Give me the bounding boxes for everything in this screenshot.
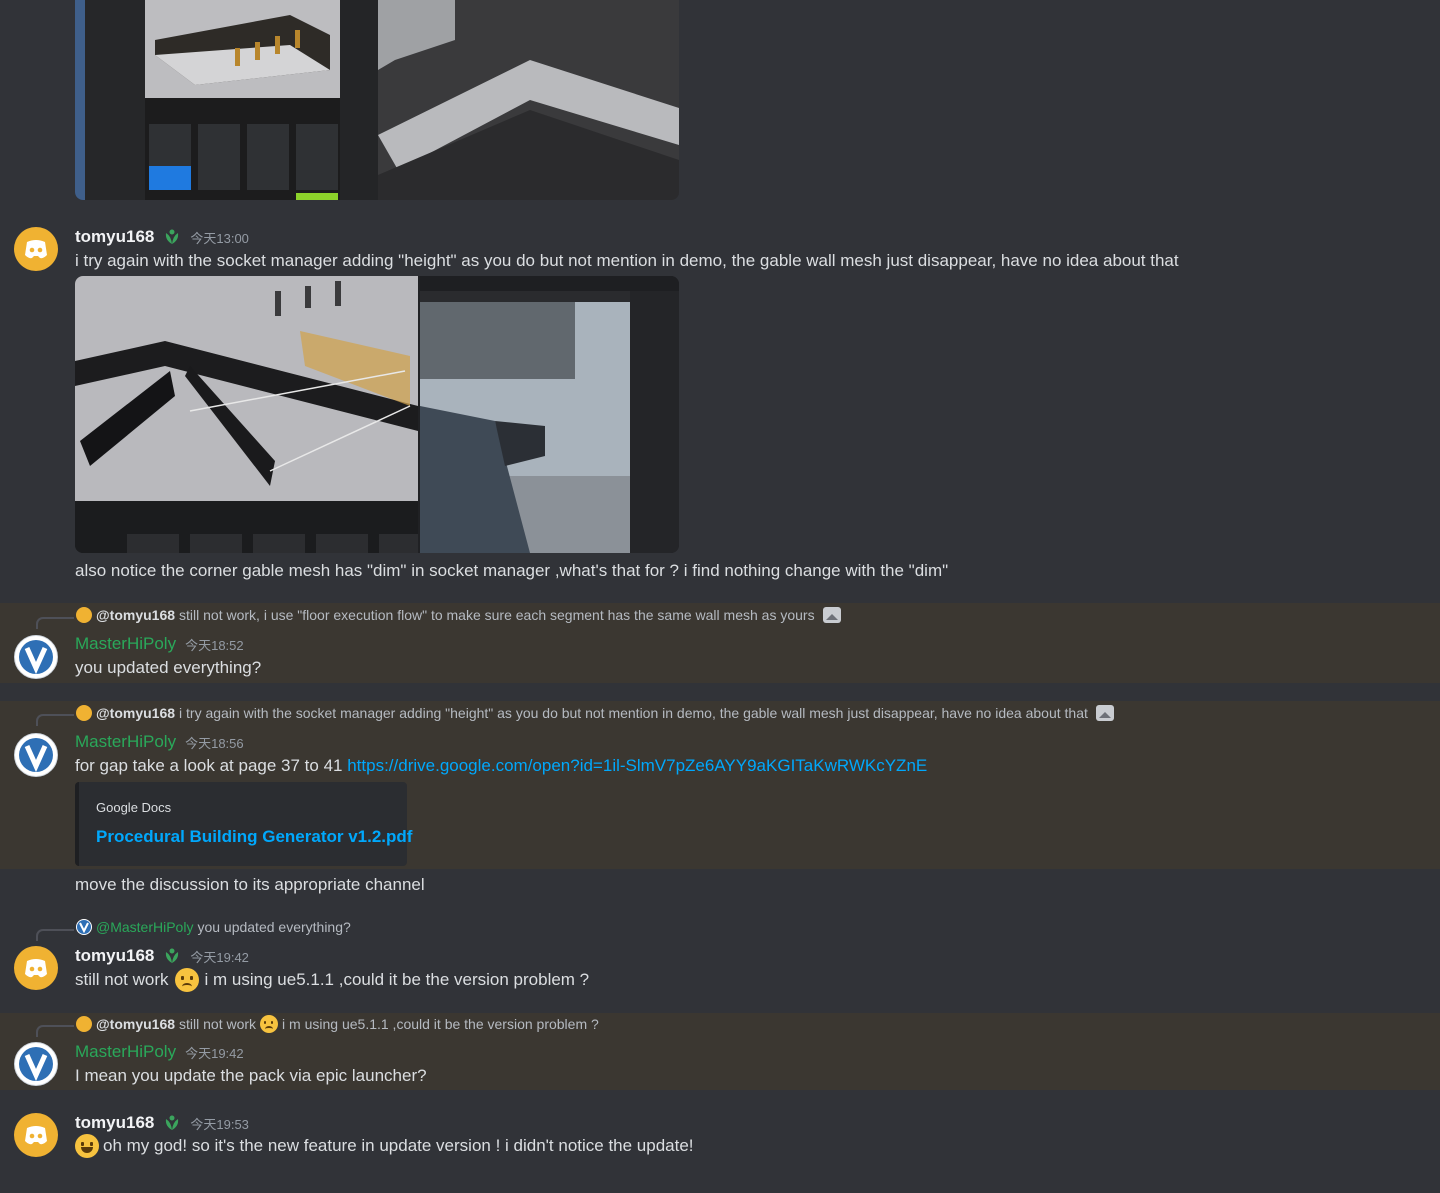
message-link[interactable]: https://drive.google.com/open?id=1il-Slm… [347, 756, 927, 775]
reply-text: still not work, i use "floor execution f… [179, 607, 815, 623]
masterhipoly-logo-icon [19, 738, 53, 773]
timestamp: 今天19:53 [190, 1116, 249, 1132]
reply-preview[interactable]: @MasterHiPoly you updated everything? [76, 919, 351, 935]
attachment-image-socket-manager[interactable] [75, 276, 679, 553]
reply-connector [36, 929, 74, 941]
timestamp: 今天18:52 [185, 637, 244, 653]
link-embed: Google Docs Procedural Building Generato… [75, 782, 412, 866]
avatar[interactable] [14, 733, 58, 777]
avatar[interactable] [14, 1113, 58, 1157]
author-name[interactable]: MasterHiPoly [75, 732, 176, 752]
grin-emoji [75, 1134, 99, 1158]
message-text: i m using ue5.1.1 ,could it be the versi… [204, 970, 590, 989]
avatar[interactable] [14, 1042, 58, 1086]
reply-avatar [76, 705, 92, 721]
masterhipoly-logo-icon [19, 640, 53, 675]
reply-author[interactable]: @tomyu168 [96, 607, 175, 623]
masterhipoly-logo-icon [77, 920, 91, 934]
author-name[interactable]: tomyu168 [75, 227, 154, 247]
masterhipoly-logo-icon [19, 1047, 53, 1082]
discord-logo-icon [25, 240, 47, 259]
reply-preview[interactable]: @tomyu168 still not work i m using ue5.1… [76, 1015, 599, 1033]
timestamp: 今天19:42 [190, 949, 249, 965]
message-text: i try again with the socket manager addi… [75, 251, 1179, 270]
attachment-image-editor-screenshot[interactable] [75, 0, 679, 200]
reply-author[interactable]: @tomyu168 [96, 1016, 175, 1032]
message-text: oh my god! so it's the new feature in up… [103, 1136, 694, 1155]
sad-face-emoji [174, 968, 199, 992]
reply-text: still not work [179, 1016, 257, 1032]
timestamp: 今天13:00 [190, 230, 249, 246]
reply-text: you updated everything? [197, 919, 351, 935]
image-attachment-icon [822, 607, 841, 623]
avatar[interactable] [14, 227, 58, 271]
reply-connector [36, 1025, 74, 1037]
reply-avatar [76, 607, 92, 623]
discord-logo-icon [25, 1126, 47, 1145]
embed-provider: Google Docs [96, 800, 172, 815]
reply-connector [36, 617, 74, 629]
reply-avatar [76, 919, 92, 935]
reply-text: i m using ue5.1.1 ,could it be the versi… [282, 1016, 599, 1032]
message-text: for gap take a look at page 37 to 41 [75, 756, 343, 775]
author-name[interactable]: tomyu168 [75, 1113, 154, 1133]
sad-face-emoji [260, 1015, 279, 1033]
reply-avatar [76, 1016, 92, 1032]
message-text-followup: also notice the corner gable mesh has "d… [75, 561, 949, 580]
reply-text: i try again with the socket manager addi… [179, 705, 1088, 721]
reply-preview[interactable]: @tomyu168 still not work, i use "floor e… [76, 607, 841, 623]
leaf-badge-icon [166, 1115, 179, 1130]
avatar[interactable] [14, 635, 58, 679]
avatar[interactable] [14, 946, 58, 990]
leaf-badge-icon [166, 229, 179, 244]
message-text: I mean you update the pack via epic laun… [75, 1066, 427, 1085]
author-name[interactable]: MasterHiPoly [75, 634, 176, 654]
reply-connector [36, 714, 74, 726]
message-text: still not work [75, 970, 169, 989]
reply-preview[interactable]: @tomyu168 i try again with the socket ma… [76, 705, 1114, 721]
leaf-badge-icon [166, 948, 179, 963]
timestamp: 今天18:56 [185, 735, 244, 751]
reply-author[interactable]: @tomyu168 [96, 705, 175, 721]
embed-title-link[interactable]: Procedural Building Generator v1.2.pdf [96, 827, 412, 847]
reply-author[interactable]: @MasterHiPoly [96, 919, 193, 935]
author-name[interactable]: tomyu168 [75, 946, 154, 966]
discord-logo-icon [25, 959, 47, 978]
image-attachment-icon [1095, 705, 1114, 721]
timestamp: 今天19:42 [185, 1045, 244, 1061]
message-text: you updated everything? [75, 658, 262, 677]
author-name[interactable]: MasterHiPoly [75, 1042, 176, 1062]
message-text-followup: move the discussion to its appropriate c… [75, 875, 425, 894]
